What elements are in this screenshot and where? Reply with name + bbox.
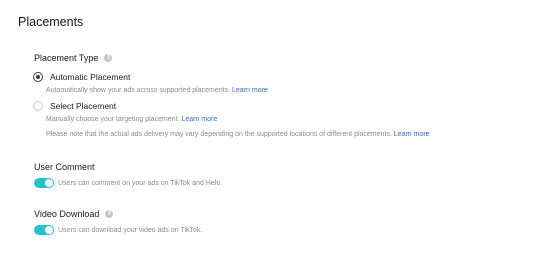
placement-note-text: Please note that the actual ads delivery…	[46, 131, 392, 138]
video-download-description: Users can download your video ads on Tik…	[58, 226, 203, 234]
select-placement-description: Manually choose your targeting placement…	[46, 116, 217, 123]
placement-note: Please note that the actual ads delivery…	[46, 131, 430, 138]
select-learn-more-link[interactable]: Learn more	[181, 116, 217, 123]
user-comment-description: Users can comment on your ads on TikTok …	[58, 179, 223, 187]
automatic-placement-desc-text: Automatically show your ads across suppo…	[46, 87, 231, 94]
automatic-placement-description: Automatically show your ads across suppo…	[46, 87, 268, 94]
placement-type-label: Placement Type ?	[34, 53, 113, 63]
select-placement-label[interactable]: Select Placement	[50, 101, 116, 111]
video-download-label: Video Download ?	[34, 209, 114, 219]
radio-button-unchecked[interactable]	[33, 101, 43, 111]
page-title: Placements	[18, 15, 84, 29]
video-download-row: Users can download your video ads on Tik…	[34, 225, 202, 235]
note-learn-more-link[interactable]: Learn more	[394, 131, 430, 138]
user-comment-row: Users can comment on your ads on TikTok …	[34, 178, 222, 188]
user-comment-label-text: User Comment	[34, 162, 95, 172]
select-placement-desc-text: Manually choose your targeting placement…	[46, 116, 180, 123]
question-circle-icon[interactable]: ?	[104, 54, 113, 62]
placement-type-label-text: Placement Type	[34, 53, 99, 63]
radio-select-placement[interactable]: Select Placement	[33, 101, 116, 111]
question-circle-icon[interactable]: ?	[105, 210, 114, 218]
user-comment-label: User Comment	[34, 162, 95, 172]
radio-button-checked[interactable]	[33, 72, 43, 82]
user-comment-toggle[interactable]	[34, 178, 54, 188]
radio-automatic-placement[interactable]: Automatic Placement	[33, 72, 130, 82]
video-download-toggle[interactable]	[34, 225, 54, 235]
automatic-learn-more-link[interactable]: Learn more	[232, 87, 268, 94]
automatic-placement-label[interactable]: Automatic Placement	[50, 72, 130, 82]
video-download-label-text: Video Download	[34, 209, 100, 219]
